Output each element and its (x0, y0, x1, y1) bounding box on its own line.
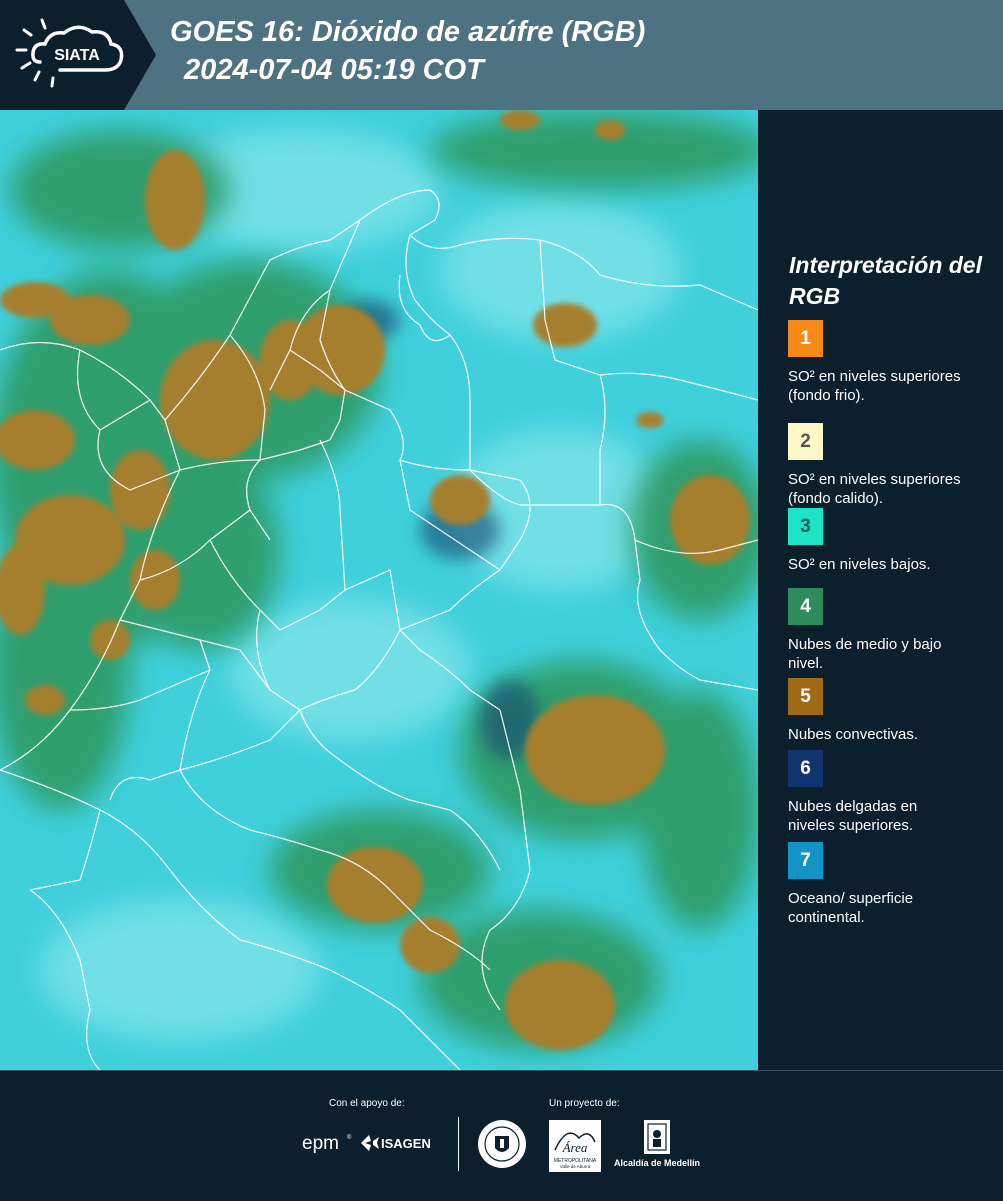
legend-item-3: 3 SO² en niveles bajos. (788, 508, 988, 574)
legend-swatch: 4 (788, 588, 823, 625)
medellin-seal (476, 1118, 528, 1175)
header-bar: SIATA GOES 16: Dióxido de azúfre (RGB) 2… (0, 0, 1003, 110)
legend-swatch: 2 (788, 423, 823, 460)
legend-item-7: 7 Oceano/ superficie continental. (788, 842, 988, 927)
legend-swatch: 1 (788, 320, 823, 357)
svg-text:Alcaldía de Medellín: Alcaldía de Medellín (614, 1158, 700, 1168)
legend-item-5: 5 Nubes convectivas. (788, 678, 988, 744)
legend-title: Interpretación del RGB (789, 252, 982, 309)
legend-text: Nubes delgadas en niveles superiores. (788, 798, 918, 834)
epm-logo: epm ® (302, 1131, 358, 1160)
legend-text: SO² en niveles superiores (fondo frio). (788, 368, 961, 404)
project-label: Un proyecto de: (549, 1098, 620, 1109)
svg-text:Valle de Aburrá: Valle de Aburrá (560, 1164, 591, 1169)
siata-logo: SIATA (0, 0, 156, 110)
legend-text: Oceano/ superficie continental. (788, 890, 914, 926)
legend-swatch: 6 (788, 750, 823, 787)
svg-text:SIATA: SIATA (54, 47, 100, 64)
svg-text:epm: epm (302, 1133, 339, 1154)
legend-text: SO² en niveles bajos. (788, 556, 931, 573)
legend-text: Nubes de medio y bajo nivel. (788, 636, 942, 672)
legend-swatch: 5 (788, 678, 823, 715)
footer-divider (458, 1117, 459, 1171)
page-title: GOES 16: Dióxido de azúfre (RGB) (170, 16, 646, 48)
alcaldia-logo: Alcaldía de Medellín (612, 1120, 704, 1177)
legend-item-2: 2 SO² en niveles superiores (fondo calido… (788, 423, 988, 508)
rgb-legend: Interpretación del RGB 1 SO² en niveles s… (760, 110, 1003, 1070)
svg-text:Área: Área (562, 1140, 588, 1155)
support-label: Con el apoyo de: (329, 1098, 405, 1109)
svg-text:ISAGEN: ISAGEN (381, 1136, 431, 1151)
legend-item-4: 4 Nubes de medio y bajo nivel. (788, 588, 988, 673)
legend-item-1: 1 SO² en niveles superiores (fondo frio). (788, 320, 988, 405)
area-metropolitana-logo: Área METROPOLITANA Valle de Aburrá (549, 1120, 601, 1177)
legend-item-6: 6 Nubes delgadas en niveles superiores. (788, 750, 988, 835)
legend-swatch: 3 (788, 508, 823, 545)
isagen-logo: ISAGEN (359, 1131, 443, 1160)
timestamp: 2024-07-04 05:19 COT (176, 54, 484, 86)
legend-text: Nubes convectivas. (788, 726, 919, 743)
satellite-rgb-image (0, 110, 758, 1070)
legend-swatch: 7 (788, 842, 823, 879)
footer: Con el apoyo de: Un proyecto de: epm ® I… (0, 1070, 1003, 1201)
legend-text: SO² en niveles superiores (fondo calido)… (788, 471, 961, 507)
svg-text:®: ® (347, 1134, 352, 1141)
satellite-map[interactable] (0, 110, 760, 1070)
